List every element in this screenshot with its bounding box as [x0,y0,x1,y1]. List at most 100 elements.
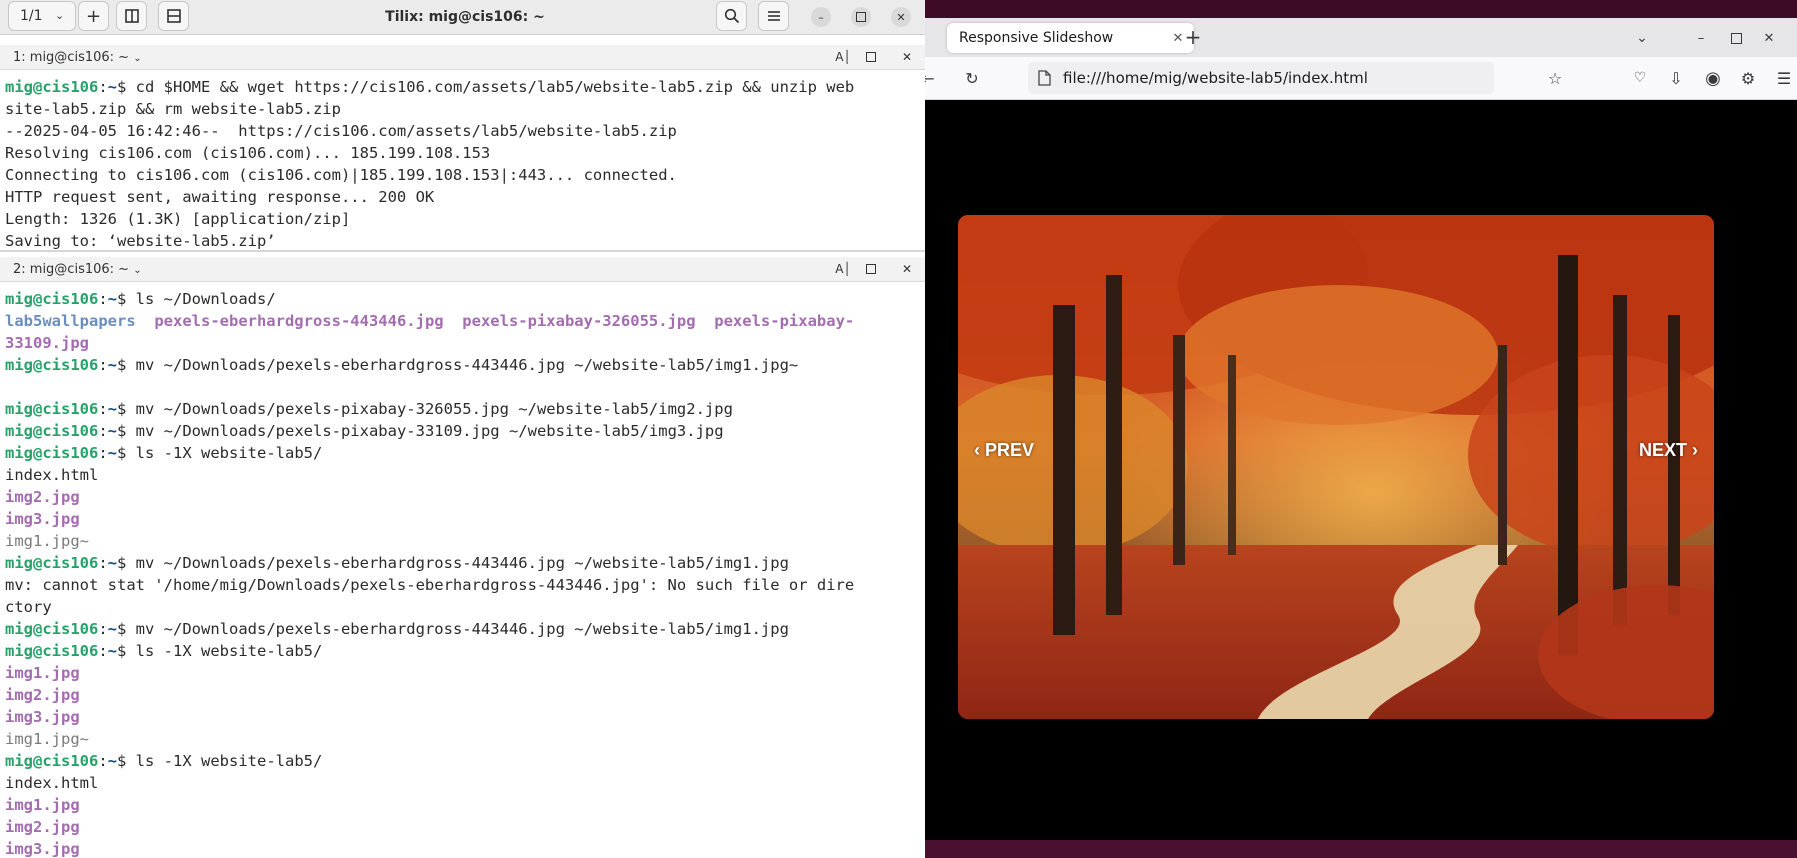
terminal-text: ~ [107,290,118,308]
back-icon[interactable]: ← [925,67,939,89]
reload-icon[interactable]: ↻ [961,67,983,89]
terminal-text: : [98,444,108,462]
terminal-text: : [98,400,108,418]
terminal-text: ~ [107,752,118,770]
next-slide-button[interactable]: NEXT › [1639,440,1698,461]
slideshow-image: ‹ PREV NEXT › [958,215,1714,719]
terminal-text: $ ls -1X website-lab5/ [117,444,323,462]
pane-close-icon[interactable]: ✕ [899,49,915,65]
terminal-text: $ cd $HOME && wget https://cis106.com/as… [117,78,855,96]
terminal-text: pexels-pixabay-326055.jpg [462,312,696,330]
minimize-icon[interactable]: – [1690,27,1712,49]
close-icon[interactable]: ✕ [1758,27,1780,49]
pane2-label: 2: mig@cis106: ~ [13,262,130,277]
terminal-text: index.html [5,774,99,792]
pane-divider[interactable] [0,250,925,252]
menu-button[interactable] [758,1,789,31]
terminal-text: Length: 1326 (1.3K) [application/zip] [5,210,351,228]
terminal-line: img2.jpg [5,486,921,508]
add-session-button[interactable]: + [78,1,109,31]
terminal-text: ~ [107,554,118,572]
terminal-text: ~ [107,642,118,660]
split-vertical-icon [166,9,181,23]
pane1-title[interactable]: 1: mig@cis106: ~ ⌄ [13,45,142,71]
page-content: ‹ PREV NEXT › [925,100,1797,840]
terminal-line: Saving to: ‘website-lab5.zip’ [5,230,921,250]
terminal-text: ~ [107,78,118,96]
terminal-text: ~ [107,444,118,462]
terminal-line: index.html [5,464,921,486]
terminal-text: img1.jpg~ [5,532,89,550]
terminal-text: mig@cis106 [5,290,99,308]
terminal-text: $ mv ~/Downloads/pexels-pixabay-33109.jp… [117,422,724,440]
extensions-icon[interactable]: ⚙ [1737,67,1759,89]
terminal-output-pane1[interactable]: mig@cis106:~$ cd $HOME && wget https://c… [5,76,921,250]
terminal-line: Resolving cis106.com (cis106.com)... 185… [5,142,921,164]
pane-close-icon[interactable]: ✕ [899,261,915,277]
pane2-title[interactable]: 2: mig@cis106: ~ ⌄ [13,257,142,283]
chevron-down-icon: ⌄ [133,265,142,276]
terminal-line: site-lab5.zip && rm website-lab5.zip [5,98,921,120]
terminal-text: img1.jpg [5,664,80,682]
split-down-button[interactable] [158,1,189,31]
read-only-icon[interactable]: A│ [835,261,851,277]
terminal-output-pane2[interactable]: mig@cis106:~$ ls ~/Downloads/lab5wallpap… [5,288,921,858]
find-button[interactable] [716,1,747,31]
new-tab-icon[interactable]: + [1182,25,1204,49]
app-menu-icon[interactable]: ☰ [1773,67,1795,89]
terminal-text: : [98,356,108,374]
terminal-line: 33109.jpg [5,332,921,354]
read-only-icon[interactable]: A│ [835,49,851,65]
minimize-icon: – [818,10,824,24]
minimize-button[interactable]: – [811,7,831,27]
url-bar[interactable]: file:///home/mig/website-lab5/index.html [1028,62,1494,94]
terminal-text: ~ [107,620,118,638]
pane-maximize-icon[interactable] [863,261,879,277]
terminal-line: img1.jpg~ [5,728,921,750]
bookmark-star-icon[interactable]: ☆ [1544,67,1566,89]
terminal-text: --2025-04-05 16:42:46-- https://cis106.c… [5,122,677,140]
desktop-top-strip [925,0,1797,18]
terminal-text: HTTP request sent, awaiting response... … [5,188,435,206]
url-text: file:///home/mig/website-lab5/index.html [1063,69,1368,87]
terminal-text: ~ [107,356,118,374]
chevron-down-icon: ⌄ [133,53,142,64]
terminal-line: mig@cis106:~$ mv ~/Downloads/pexels-pixa… [5,398,921,420]
terminal-text: : [98,290,108,308]
downloads-icon[interactable]: ⇩ [1665,67,1687,89]
account-icon[interactable]: ◉ [1702,67,1724,89]
terminal-text: $ ls -1X website-lab5/ [117,642,323,660]
terminal-text: mig@cis106 [5,422,99,440]
terminal-line: mig@cis106:~$ cd $HOME && wget https://c… [5,76,921,98]
terminal-text: img2.jpg [5,818,80,836]
terminal-text: $ mv ~/Downloads/pexels-pixabay-326055.j… [117,400,733,418]
terminal-text: 33109.jpg [5,334,89,352]
tab-responsive-slideshow[interactable]: Responsive Slideshow ✕ [947,23,1194,53]
autumn-forest-photo [958,215,1714,719]
navigation-toolbar: ← ↻ file:///home/mig/website-lab5/index.… [925,57,1797,100]
split-right-button[interactable] [116,1,147,31]
maximize-icon[interactable] [1725,27,1747,49]
session-switcher[interactable]: 1/1 ⌄ [8,1,76,31]
close-button[interactable]: ✕ [891,7,911,27]
terminal-text: img1.jpg [5,796,80,814]
terminal-text: Resolving cis106.com (cis106.com)... 185… [5,144,491,162]
pocket-icon[interactable]: ♡ [1629,67,1651,89]
terminal-line: img1.jpg [5,662,921,684]
terminal-text: Saving to: ‘website-lab5.zip’ [5,232,276,250]
terminal-text: mig@cis106 [5,356,99,374]
terminal-text: pexels-pixabay- [714,312,855,330]
terminal-text: ~ [107,400,118,418]
list-tabs-icon[interactable]: ⌄ [1631,27,1653,49]
terminal-text: mig@cis106 [5,444,99,462]
prev-slide-button[interactable]: ‹ PREV [974,440,1034,461]
terminal-text: : [98,422,108,440]
pane-maximize-icon[interactable] [863,49,879,65]
tilix-window: 1/1 ⌄ + Tilix: mig@cis106: ~ – ✕ 1: mig@… [0,0,925,858]
terminal-line: img3.jpg [5,508,921,530]
maximize-button[interactable] [851,7,871,27]
terminal-line: index.html [5,772,921,794]
